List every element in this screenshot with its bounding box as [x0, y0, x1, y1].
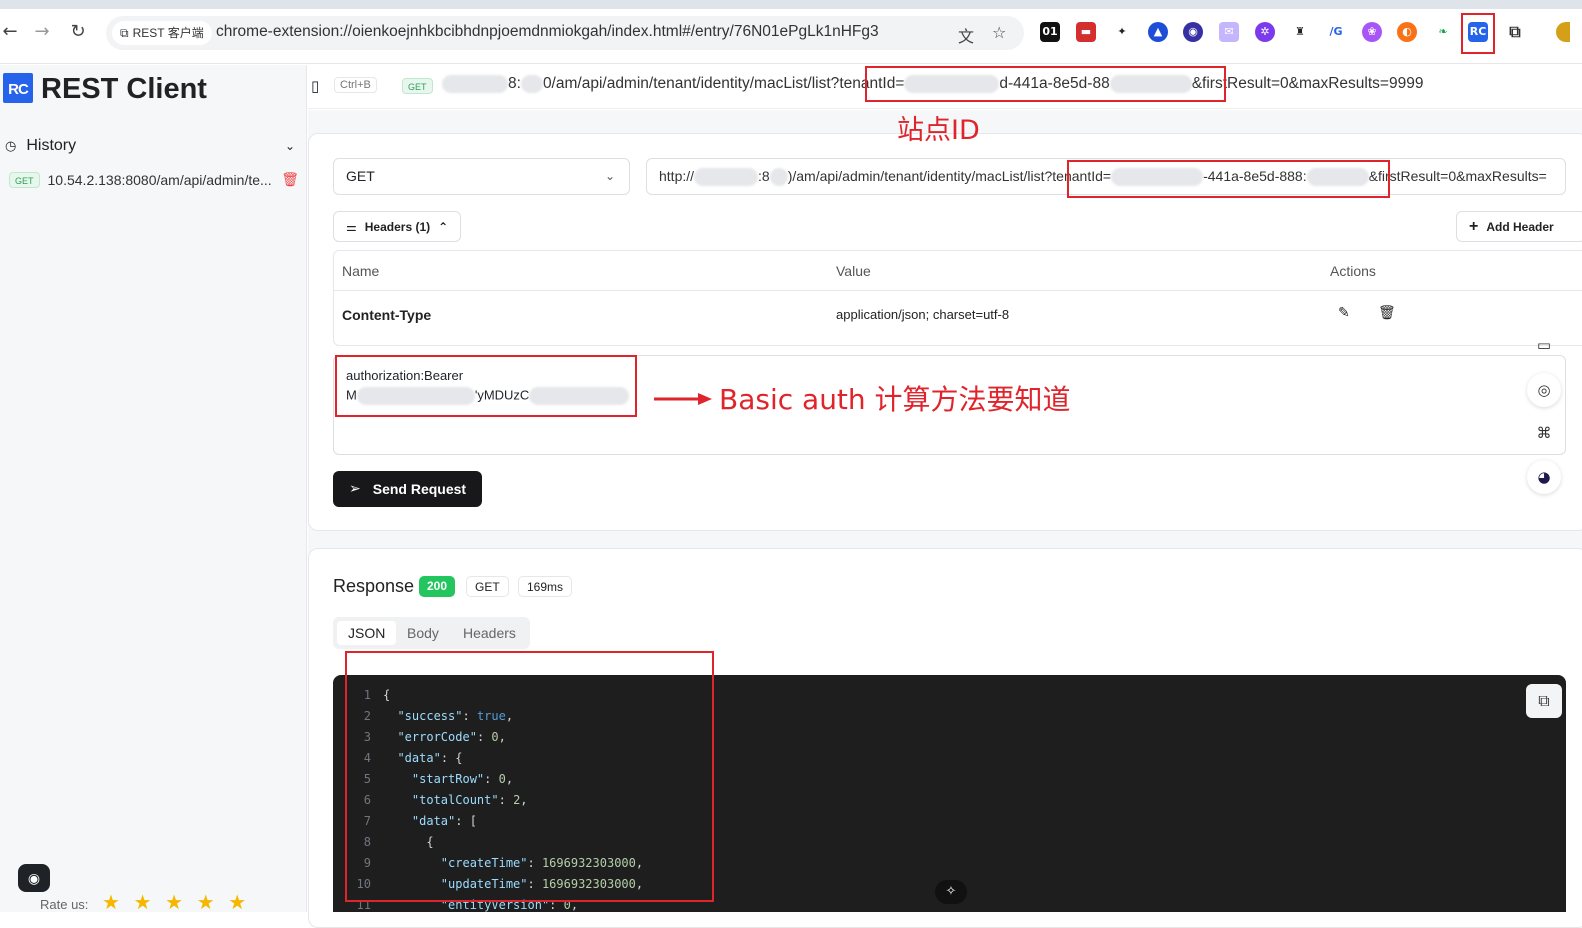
tab-body[interactable]: Body: [396, 621, 450, 645]
add-header-label: Add Header: [1486, 219, 1554, 234]
response-tabs: JSON Body Headers: [333, 617, 530, 649]
chevron-down-icon: ⌄: [604, 169, 615, 183]
shortcut-hint: Ctrl+B: [334, 77, 377, 93]
table-divider: [334, 290, 1582, 291]
annotation-arrow-icon: [654, 393, 712, 405]
history-label: History: [26, 137, 77, 154]
rate-us: Rate us: ★ ★ ★ ★ ★: [40, 890, 246, 915]
header-value-cell: application/json; charset=utf-8: [836, 307, 1010, 322]
app-title: REST Client: [41, 73, 207, 105]
tab-json[interactable]: JSON: [337, 621, 397, 645]
trash-icon[interactable]: 🗑: [281, 172, 299, 188]
sliders-icon: ⚌: [346, 219, 357, 234]
ext-face-icon[interactable]: ◉: [1183, 22, 1203, 42]
response-time-badge: 169ms: [518, 576, 573, 597]
fingerprint-icon[interactable]: ◎: [1527, 373, 1561, 407]
method-value: GET: [346, 168, 375, 184]
site-chip[interactable]: ⧉ REST 客户端: [112, 21, 212, 45]
ext-figure-icon[interactable]: ♜: [1290, 22, 1310, 42]
star-icon[interactable]: ★: [197, 892, 215, 914]
annotation-box-json: [345, 651, 714, 902]
method-select[interactable]: GET ⌄: [333, 158, 630, 195]
url-rest: &firstResult=0&maxResults=: [1368, 168, 1547, 184]
header-name-cell: Content-Type: [342, 307, 432, 323]
ext-mail-icon[interactable]: ✉: [1219, 22, 1239, 42]
annotation-box-tenant-input: [1067, 160, 1390, 198]
history-url: 10.54.2.138:8080/am/api/admin/te...: [47, 172, 272, 188]
plus-icon: +: [1469, 217, 1479, 235]
back-icon[interactable]: ←: [0, 22, 20, 42]
col-actions: Actions: [1330, 263, 1376, 279]
send-request-button[interactable]: ➢ Send Request: [333, 471, 482, 507]
annotation-box-auth: [335, 355, 637, 417]
url-part: http://: [659, 168, 695, 184]
annotation-basic-auth: Basic auth 计算方法要知道: [719, 383, 1071, 416]
url-text[interactable]: chrome-extension://oienkoejnhkbcibhdnpjo…: [216, 23, 879, 41]
url-rest: &firstResult=0&maxResults=9999: [1191, 75, 1424, 93]
tab-strip: [0, 0, 1582, 9]
extensions-puzzle-icon[interactable]: ⧉: [1505, 22, 1525, 42]
sidebar-toggle-icon[interactable]: ▯: [311, 77, 319, 95]
star-icon[interactable]: ★: [134, 892, 152, 914]
annotation-site-id: 站点ID: [897, 115, 980, 146]
star-icon[interactable]: ★: [102, 892, 120, 914]
reload-icon[interactable]: ↻: [68, 22, 88, 42]
chevron-up-icon: ⌃: [438, 219, 449, 234]
star-icon[interactable]: ★: [228, 892, 246, 914]
history-method-badge: GET: [9, 172, 40, 188]
url-part: )/am/api/admin/tenant/identity/macList/l…: [787, 168, 1053, 184]
ext-gear-icon[interactable]: ✲: [1255, 22, 1275, 42]
profile-avatar[interactable]: [1556, 22, 1570, 42]
sidebar: RC REST Client ◷ History ⌄ GET 10.54.2.1…: [0, 65, 307, 915]
bookmark-star-icon[interactable]: ☆: [992, 23, 1006, 42]
trash-icon[interactable]: 🗑: [1378, 305, 1396, 321]
site-chip-label: REST 客户端: [132, 26, 204, 40]
ext-flower-icon[interactable]: ❀: [1362, 22, 1382, 42]
url-part: 0/am/api/admin/tenant/identity/macList/l…: [542, 75, 840, 93]
topline-method-badge: GET: [402, 78, 433, 94]
chevron-down-icon[interactable]: ⌄: [285, 139, 295, 153]
magic-wand-icon[interactable]: ✧: [935, 880, 967, 904]
headers-toggle-button[interactable]: ⚌ Headers (1) ⌃: [333, 211, 462, 242]
url-part: :8: [758, 168, 770, 184]
address-bar[interactable]: ⧉ REST 客户端 chrome-extension://oienkoejnhk…: [106, 16, 1024, 50]
ext-red-icon[interactable]: ▬: [1076, 22, 1096, 42]
forward-icon[interactable]: →: [32, 22, 52, 42]
ext-leaf-icon[interactable]: ❧: [1433, 22, 1453, 42]
headers-table: [333, 250, 1582, 346]
chat-icon[interactable]: ◉: [18, 864, 50, 892]
send-icon: ➢: [349, 481, 361, 497]
copy-icon[interactable]: ⧉: [1526, 684, 1562, 718]
assistant-icon[interactable]: ◕: [1527, 460, 1561, 494]
headers-toggle-label: Headers (1): [364, 219, 431, 234]
col-value: Value: [836, 263, 871, 279]
pencil-icon[interactable]: ✎: [1338, 305, 1350, 321]
history-icon: ◷: [5, 138, 17, 154]
grid-icon[interactable]: ⌘: [1527, 416, 1561, 450]
book-icon[interactable]: ▭: [1527, 328, 1561, 362]
status-badge: 200: [419, 576, 456, 597]
history-item[interactable]: GET 10.54.2.138:8080/am/api/admin/te... …: [9, 169, 299, 191]
ext-triangle-icon[interactable]: ▲: [1148, 22, 1168, 42]
app-logo: RC: [3, 73, 33, 103]
url-part: 8:: [508, 75, 521, 93]
send-label: Send Request: [372, 481, 467, 497]
tab-headers[interactable]: Headers: [452, 621, 527, 645]
ext-orange-icon[interactable]: ◐: [1397, 22, 1417, 42]
ext-sparkle-icon[interactable]: ✦: [1112, 22, 1132, 42]
annotation-box-tenant-top: [865, 66, 1226, 102]
history-header[interactable]: ◷ History ⌄: [5, 135, 295, 157]
ext-01-icon[interactable]: 01: [1040, 22, 1060, 42]
ext-g-icon[interactable]: /G: [1326, 22, 1346, 42]
rate-label: Rate us:: [40, 897, 89, 912]
extension-icon: ⧉: [120, 26, 129, 40]
browser-toolbar: ← → ↻ ⧉ REST 客户端 chrome-extension://oienk…: [0, 0, 1582, 64]
add-header-button[interactable]: + Add Header: [1456, 211, 1582, 242]
annotation-box-extension: [1461, 13, 1495, 54]
col-name: Name: [342, 263, 380, 279]
response-method-badge: GET: [466, 576, 509, 597]
star-icon[interactable]: ★: [165, 892, 183, 914]
translate-icon[interactable]: 文: [958, 23, 974, 47]
response-title: Response: [333, 576, 415, 596]
